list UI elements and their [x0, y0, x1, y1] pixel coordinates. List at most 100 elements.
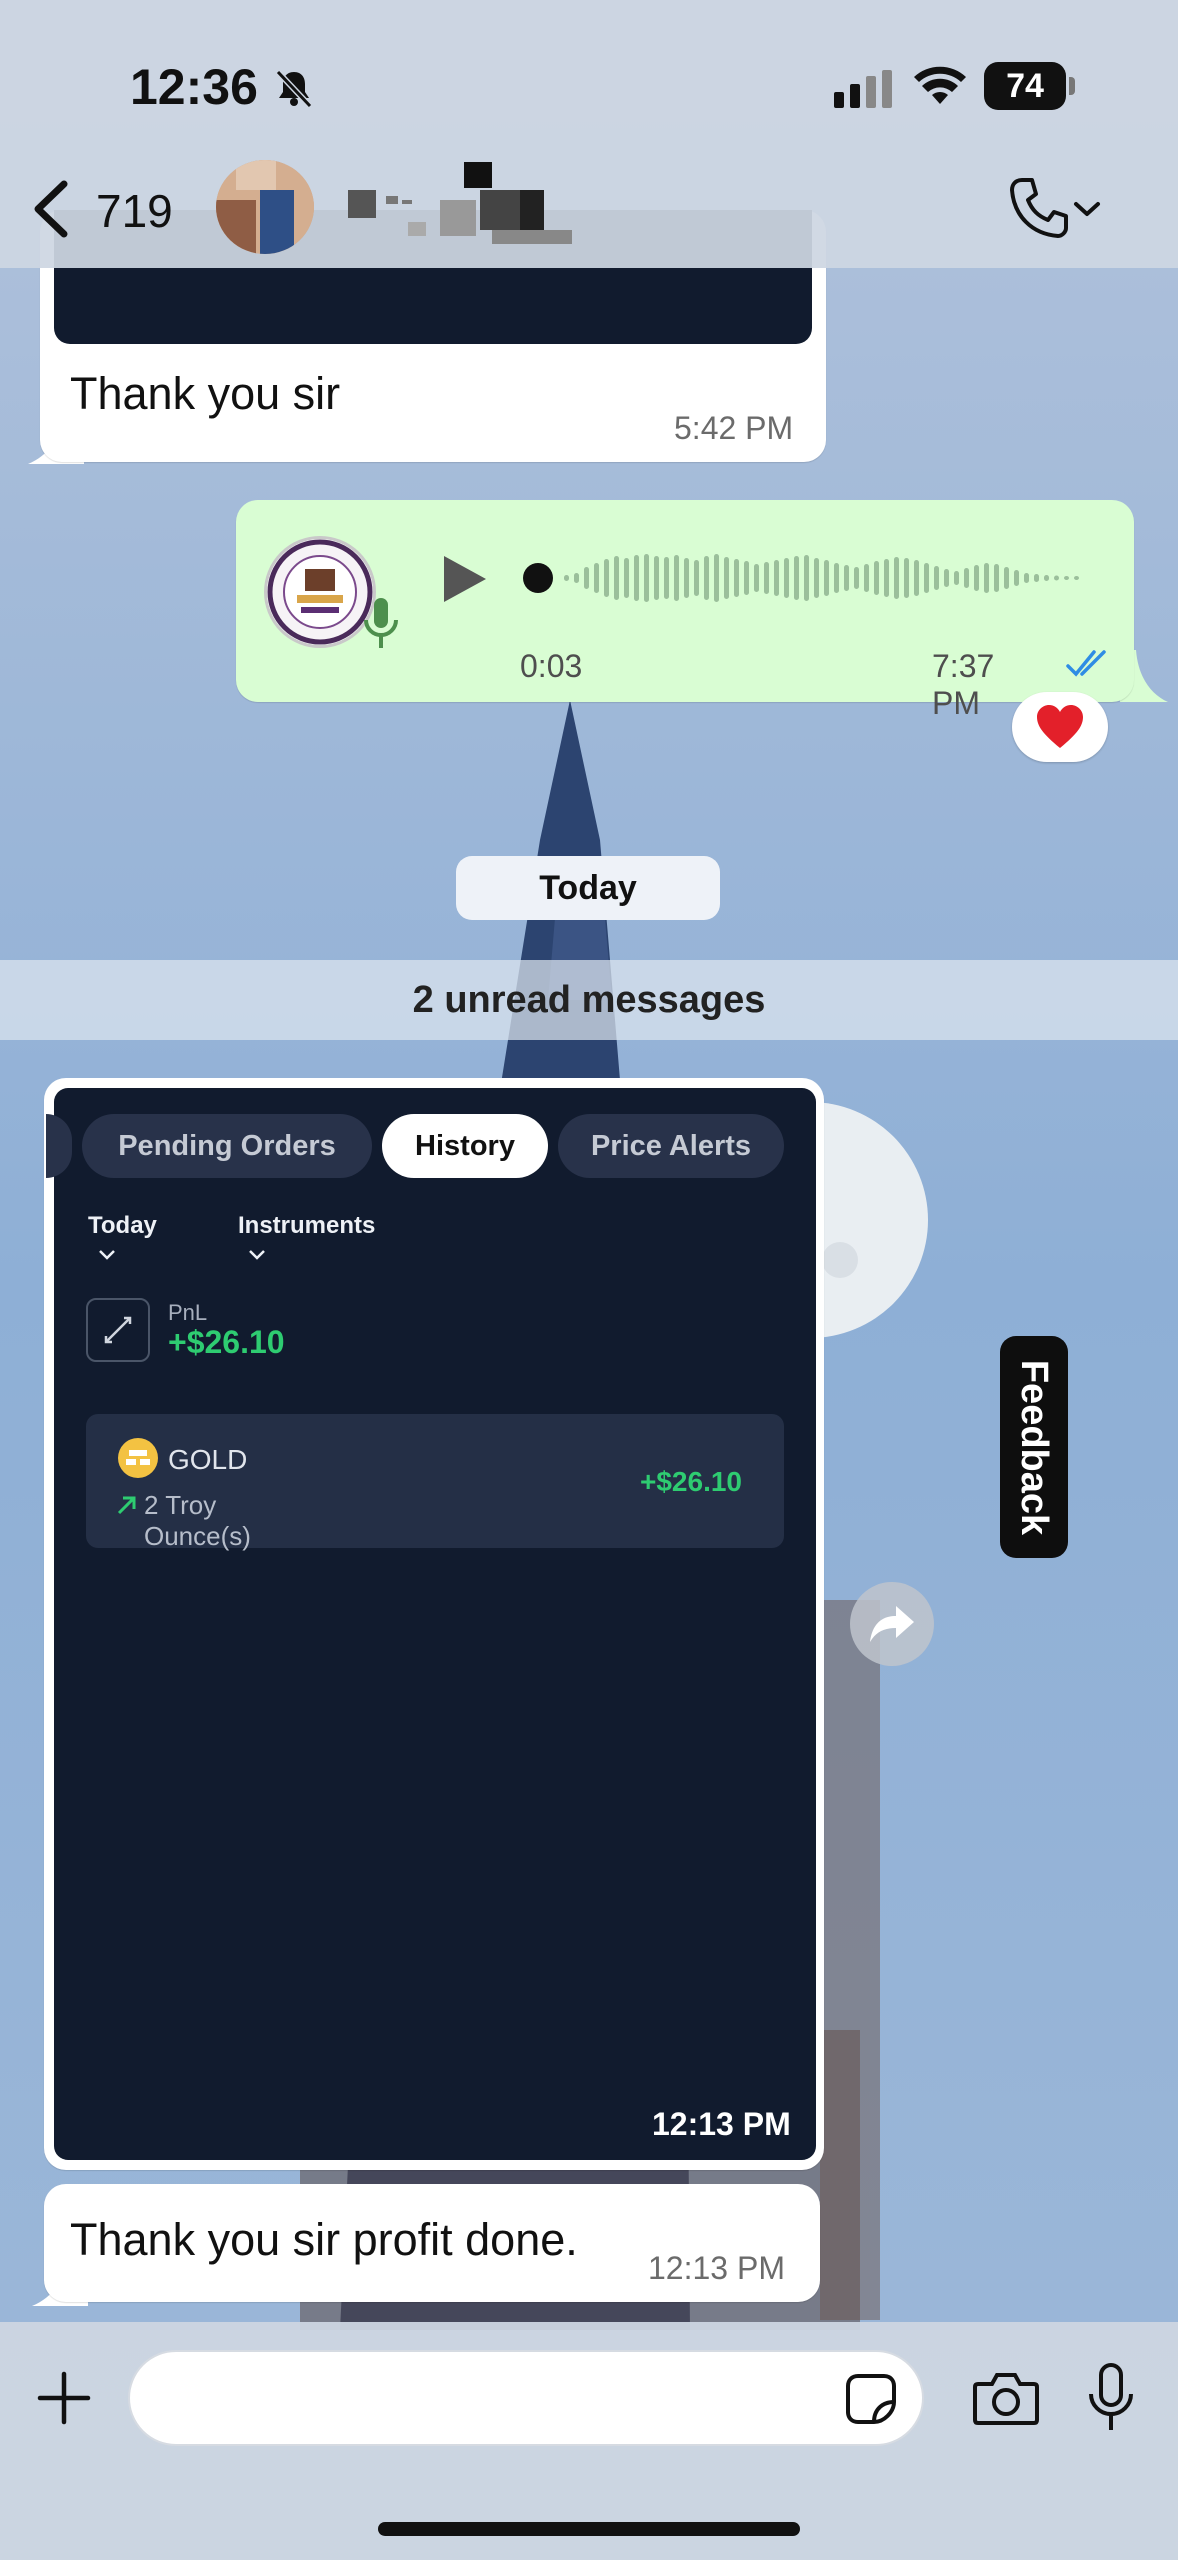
waveform-bar [694, 560, 699, 596]
message-time: 12:13 PM [652, 2106, 791, 2142]
message-text: Thank you sir [70, 368, 341, 419]
exchange-arrows-icon [86, 1298, 150, 1362]
waveform-bar [744, 561, 749, 595]
feedback-label: Feedback [1013, 1359, 1056, 1535]
waveform-bar [644, 554, 649, 602]
waveform-bar [994, 564, 999, 592]
tab-history[interactable]: History [382, 1114, 548, 1178]
phone-icon[interactable] [1008, 176, 1068, 240]
waveform-bar [724, 557, 729, 599]
message-input[interactable] [128, 2350, 924, 2446]
heart-icon [1037, 705, 1083, 748]
waveform-bar [634, 555, 639, 601]
bell-muted-icon [275, 69, 313, 109]
waveform-bar [954, 571, 959, 585]
waveform-bar [624, 558, 629, 598]
waveform-bar [754, 564, 759, 592]
sender-avatar [264, 536, 376, 648]
waveform-bar [574, 573, 579, 583]
unread-messages-banner: 2 unread messages [0, 960, 1178, 1040]
waveform-bar [904, 558, 909, 598]
waveform-bar [674, 555, 679, 601]
waveform-bar [964, 568, 969, 588]
message-time: 12:13 PM [648, 2250, 785, 2286]
waveform-bar [1034, 574, 1039, 582]
waveform-bar [864, 564, 869, 592]
waveform-bar [924, 563, 929, 593]
instrument-name: GOLD [168, 1444, 248, 1475]
chevron-down-icon [99, 1250, 115, 1260]
waveform-bar [614, 556, 619, 600]
forward-button[interactable] [850, 1582, 934, 1666]
waveform-bar [844, 565, 849, 591]
waveform-bar [1074, 576, 1079, 580]
filter-instruments[interactable]: Instruments [238, 1212, 375, 1268]
pnl-label: PnL [168, 1300, 208, 1325]
forward-arrow-icon [870, 1606, 914, 1642]
waveform-bar [1064, 576, 1069, 580]
contact-name-redacted[interactable] [340, 160, 620, 250]
waveform-bar [564, 575, 569, 581]
waveform-bar [834, 563, 839, 593]
microphone-icon [364, 598, 398, 648]
waveform-bar [664, 557, 669, 599]
voice-note-duration: 0:03 [520, 648, 583, 684]
instrument-quantity: 2 Troy Ounce(s) [144, 1490, 251, 1551]
instrument-pnl: +$26.10 [640, 1466, 742, 1497]
filter-label: Instruments [238, 1212, 376, 1239]
waveform-bar [874, 561, 879, 595]
waveform-bar [1014, 570, 1019, 586]
audio-waveform[interactable] [522, 548, 1092, 608]
plus-icon[interactable] [36, 2370, 92, 2426]
waveform-bar [984, 563, 989, 593]
battery-indicator: 74 [984, 62, 1075, 110]
waveform-bar [884, 559, 889, 597]
waveform-bar [1004, 567, 1009, 589]
contact-avatar[interactable] [216, 160, 314, 254]
waveform-bar [894, 557, 899, 599]
waveform-bar [594, 563, 599, 593]
play-icon[interactable] [440, 554, 490, 604]
filter-today[interactable]: Today [88, 1212, 157, 1268]
waveform-bar [604, 559, 609, 597]
heart-reaction[interactable] [1012, 692, 1108, 762]
home-indicator [378, 2522, 800, 2536]
waveform-bar [914, 560, 919, 596]
chevron-down-icon [249, 1250, 265, 1260]
chevron-down-icon[interactable] [1072, 196, 1102, 222]
tab-pending-orders[interactable]: Pending Orders [82, 1114, 372, 1178]
waveform-bar [854, 567, 859, 589]
back-chevron-icon[interactable] [28, 178, 72, 240]
trend-up-icon [117, 1496, 136, 1515]
gold-coin-icon [118, 1438, 158, 1478]
waveform-bar [784, 558, 789, 598]
back-unread-count[interactable]: 719 [96, 184, 173, 238]
waveform-bar [794, 556, 799, 600]
pnl-value: +$26.10 [168, 1324, 285, 1360]
microphone-icon[interactable] [1086, 2362, 1136, 2434]
playhead [523, 563, 553, 593]
message-time: 7:37 PM [932, 648, 995, 721]
camera-icon[interactable] [972, 2370, 1040, 2426]
read-receipt-icon [1066, 650, 1106, 677]
waveform-bar [714, 554, 719, 602]
waveform-bar [804, 555, 809, 601]
waveform-bar [814, 558, 819, 598]
tab-price-alerts[interactable]: Price Alerts [558, 1114, 784, 1178]
waveform-bar [824, 560, 829, 596]
message-time: 5:42 PM [674, 410, 794, 446]
waveform-bar [584, 567, 589, 589]
waveform-bar [974, 565, 979, 591]
waveform-bar [1054, 575, 1059, 581]
waveform-bar [944, 569, 949, 587]
trading-screenshot[interactable] [54, 1088, 816, 2160]
waveform-bar [704, 556, 709, 600]
waveform-bar [654, 556, 659, 600]
filter-label: Today [88, 1212, 157, 1239]
cellular-signal-icon [834, 70, 892, 108]
sticker-icon[interactable] [844, 2372, 898, 2426]
feedback-tab[interactable]: Feedback [1000, 1336, 1068, 1558]
status-time: 12:36 [130, 59, 258, 115]
wifi-icon [914, 66, 966, 104]
message-bubble-incoming[interactable]: Thank you sir profit done. 12:13 PM [44, 2184, 820, 2302]
